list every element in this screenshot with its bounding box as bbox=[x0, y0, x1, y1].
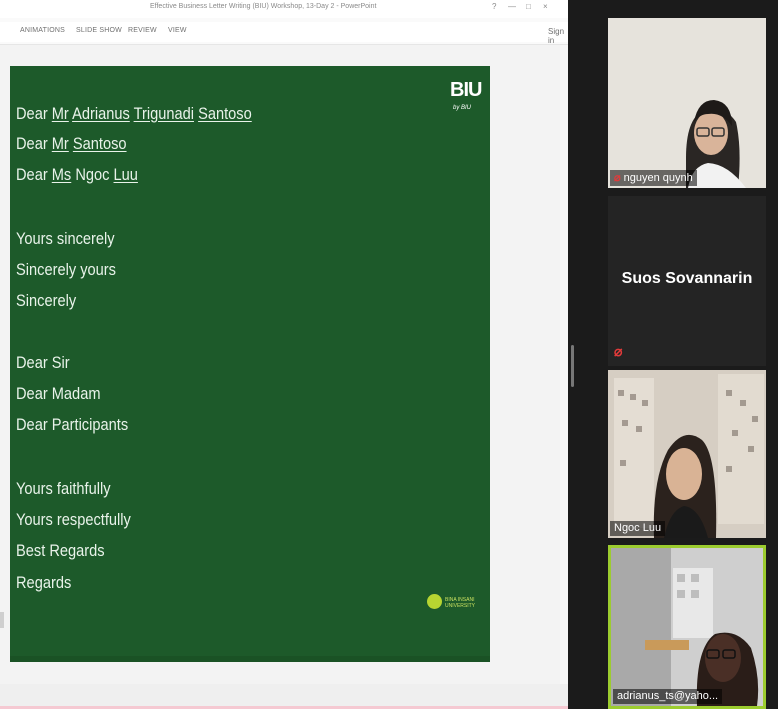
tab-view[interactable]: VIEW bbox=[168, 27, 187, 34]
slide-line-dear-madam: Dear Madam bbox=[16, 384, 101, 403]
university-badge: BINA INSANI UNIVERSITY bbox=[427, 591, 487, 613]
mic-muted-icon: ⌀ bbox=[614, 343, 623, 359]
powerpoint-window: Effective Business Letter Writing (BIU) … bbox=[0, 0, 568, 709]
left-scroll-handle[interactable] bbox=[0, 612, 4, 628]
vertical-scrollbar[interactable] bbox=[560, 45, 568, 684]
minimize-icon[interactable]: — bbox=[508, 2, 516, 11]
slide-line-closing-3: Sincerely bbox=[16, 291, 77, 310]
participant-name-tag: Ngoc Luu bbox=[610, 521, 666, 536]
panel-resize-handle[interactable] bbox=[571, 345, 574, 387]
logo-tagline: by BIU bbox=[453, 105, 472, 111]
biu-logo: BIU by BIU bbox=[450, 79, 484, 119]
ribbon-tabs: ANIMATIONS SLIDE SHOW REVIEW VIEW Sign i… bbox=[0, 22, 568, 45]
slide-canvas[interactable]: BIU by BIU Dear Mr Adrianus Trigunadi Sa… bbox=[10, 66, 490, 656]
tab-slide-show[interactable]: SLIDE SHOW bbox=[76, 27, 122, 34]
window-title: Effective Business Letter Writing (BIU) … bbox=[150, 3, 377, 10]
maximize-icon[interactable]: □ bbox=[526, 2, 531, 11]
mic-muted-icon: ⌀ bbox=[614, 172, 621, 184]
slide-line-salutation-3: Dear Ms Ngoc Luu bbox=[16, 165, 138, 184]
video-feed-ngoc bbox=[608, 370, 766, 538]
participant-name-tag: ⌀ nguyen quynh bbox=[610, 170, 697, 186]
university-emblem-icon bbox=[427, 594, 442, 609]
tab-animations[interactable]: ANIMATIONS bbox=[20, 27, 65, 34]
tab-review[interactable]: REVIEW bbox=[128, 27, 157, 34]
slide-line-dear-participants: Dear Participants bbox=[16, 415, 129, 434]
help-icon[interactable]: ? bbox=[492, 2, 496, 11]
video-feed-nguyen bbox=[608, 18, 766, 188]
slide-line-salutation-2: Dear Mr Santoso bbox=[16, 134, 127, 153]
zoom-gallery-panel: ⌀ nguyen quynh Suos Sovannarin ⌀ Ngoc Luu bbox=[568, 0, 778, 709]
video-feed-adrianus bbox=[611, 548, 763, 706]
participant-display-name: Suos Sovannarin bbox=[621, 270, 753, 287]
participant-tile-ngoc[interactable]: Ngoc Luu bbox=[608, 370, 766, 538]
logo-text: BIU bbox=[450, 79, 482, 101]
slide-line-regards: Regards bbox=[16, 573, 72, 592]
sign-in-link[interactable]: Sign in bbox=[548, 27, 568, 45]
participant-tile-adrianus[interactable]: adrianus_ts@yaho... bbox=[608, 545, 766, 709]
participant-tile-suos[interactable]: Suos Sovannarin ⌀ bbox=[608, 196, 766, 366]
close-icon[interactable]: × bbox=[543, 2, 548, 11]
participant-name: adrianus_ts@yaho... bbox=[617, 690, 719, 702]
slide-bottom-edge bbox=[10, 656, 490, 662]
slide-line-faithfully: Yours faithfully bbox=[16, 479, 111, 498]
participant-tile-nguyen[interactable]: ⌀ nguyen quynh bbox=[608, 18, 766, 188]
slide-line-dear-sir: Dear Sir bbox=[16, 353, 70, 372]
participant-name: Ngoc Luu bbox=[614, 522, 662, 534]
university-badge-text: BINA INSANI UNIVERSITY bbox=[445, 597, 476, 609]
slide-line-salutation-1: Dear Mr Adrianus Trigunadi Santoso bbox=[16, 104, 252, 123]
slide-line-respectfully: Yours respectfully bbox=[16, 510, 131, 529]
slide-line-closing-2: Sincerely yours bbox=[16, 260, 116, 279]
slide-line-best-regards: Best Regards bbox=[16, 541, 105, 560]
participant-name-tag: adrianus_ts@yaho... bbox=[613, 689, 723, 704]
title-bar: Effective Business Letter Writing (BIU) … bbox=[0, 0, 568, 18]
participant-name: nguyen quynh bbox=[623, 172, 693, 184]
slide-line-closing-1: Yours sincerely bbox=[16, 229, 115, 248]
